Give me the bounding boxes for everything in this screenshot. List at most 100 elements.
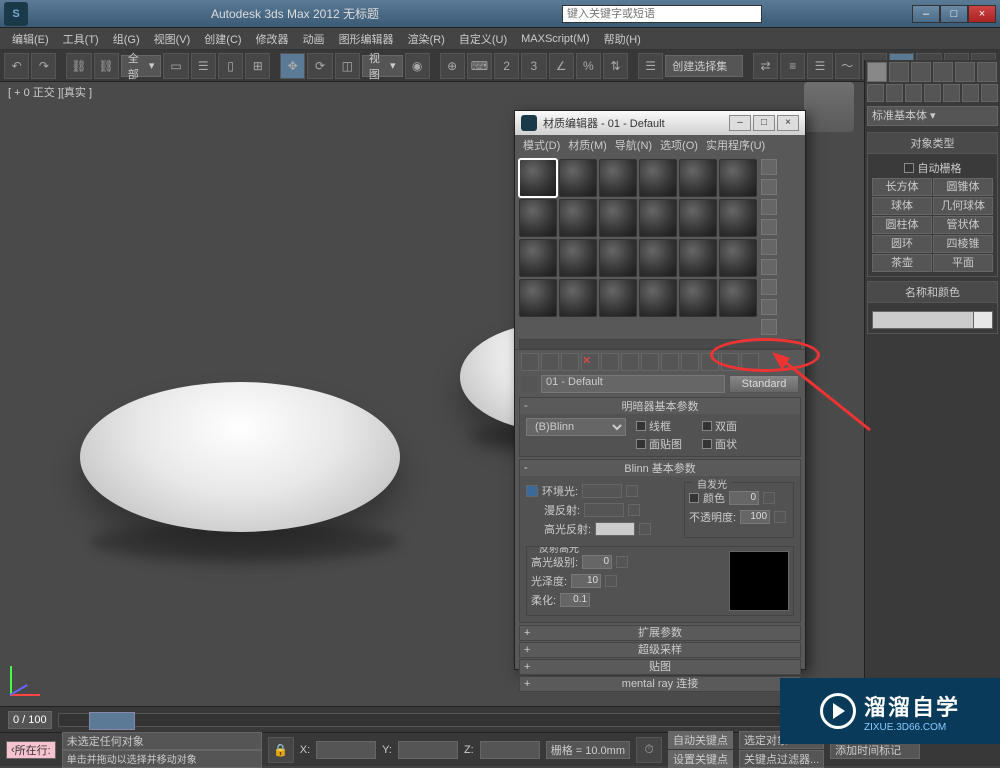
prim-tube-button[interactable]: 管状体 (933, 216, 993, 234)
med-menu-utilities[interactable]: 实用程序(U) (706, 137, 765, 153)
maximize-icon[interactable]: □ (940, 5, 968, 23)
material-slot[interactable] (599, 159, 637, 197)
material-type-button[interactable]: Standard (729, 375, 799, 393)
mat-id-icon[interactable] (661, 353, 679, 371)
soften-spinner[interactable]: 0.1 (560, 593, 590, 607)
make-copy-icon[interactable] (601, 353, 619, 371)
med-maximize-icon[interactable]: □ (753, 115, 775, 131)
close-icon[interactable]: × (968, 5, 996, 23)
material-slot[interactable] (639, 199, 677, 237)
menu-customize[interactable]: 自定义(U) (455, 29, 511, 49)
show-in-vp-icon[interactable] (681, 353, 699, 371)
spacewarps-icon[interactable] (962, 84, 979, 102)
slot-scrollbar[interactable] (519, 339, 801, 349)
shader-params-header[interactable]: -明暗器基本参数 (520, 398, 800, 414)
material-editor-titlebar[interactable]: 材质编辑器 - 01 - Default – □ × (515, 111, 805, 135)
sample-uv-icon[interactable] (761, 219, 777, 235)
extended-params-rollout[interactable]: +扩展参数 (519, 625, 801, 641)
ambient-map-button[interactable] (626, 485, 638, 497)
snap-3d-icon[interactable]: 3 (521, 53, 546, 79)
select-region-icon[interactable]: ▯ (218, 53, 243, 79)
menu-help[interactable]: 帮助(H) (600, 29, 645, 49)
material-slot[interactable] (679, 199, 717, 237)
material-slot[interactable] (639, 159, 677, 197)
opacity-spinner[interactable]: 100 (740, 510, 770, 524)
menu-group[interactable]: 组(G) (109, 29, 144, 49)
material-slot[interactable] (559, 279, 597, 317)
coord-z-input[interactable] (480, 741, 540, 759)
glossiness-spinner[interactable]: 10 (571, 574, 601, 588)
scale-icon[interactable]: ◫ (335, 53, 360, 79)
undo-icon[interactable]: ↶ (4, 53, 29, 79)
material-slot[interactable] (639, 239, 677, 277)
menu-maxscript[interactable]: MAXScript(M) (517, 31, 593, 47)
window-crossing-icon[interactable]: ⊞ (245, 53, 270, 79)
material-slot[interactable] (679, 159, 717, 197)
material-slot[interactable] (639, 279, 677, 317)
prim-torus-button[interactable]: 圆环 (872, 235, 932, 253)
material-slot[interactable] (599, 239, 637, 277)
spec-level-spinner[interactable]: 0 (582, 555, 612, 569)
prim-pyramid-button[interactable]: 四棱锥 (933, 235, 993, 253)
snap-2d-icon[interactable]: 2 (494, 53, 519, 79)
modify-tab-icon[interactable] (889, 62, 909, 82)
object-type-header[interactable]: 对象类型 (868, 133, 997, 154)
material-slot[interactable] (519, 159, 557, 197)
redo-icon[interactable]: ↷ (31, 53, 56, 79)
set-key-button[interactable]: 设置关键点 (668, 750, 733, 768)
helpers-icon[interactable] (943, 84, 960, 102)
backlight-icon[interactable] (761, 179, 777, 195)
diffuse-swatch[interactable] (584, 503, 624, 517)
systems-icon[interactable] (981, 84, 998, 102)
put-to-scene-icon[interactable] (541, 353, 559, 371)
selfillum-color-checkbox[interactable] (689, 493, 699, 503)
time-slider-handle[interactable] (89, 712, 135, 730)
material-slot[interactable] (599, 199, 637, 237)
name-color-header[interactable]: 名称和颜色 (868, 282, 997, 303)
show-end-result-icon[interactable] (701, 353, 719, 371)
time-config-icon[interactable]: ⏱ (636, 737, 662, 763)
spec-level-map-button[interactable] (616, 556, 628, 568)
scene-object[interactable] (80, 382, 400, 532)
material-slot[interactable] (719, 199, 757, 237)
blinn-params-header[interactable]: -Blinn 基本参数 (520, 460, 800, 476)
hierarchy-tab-icon[interactable] (911, 62, 931, 82)
lock-selection-icon[interactable]: 🔒 (268, 737, 294, 763)
geometry-icon[interactable] (867, 84, 884, 102)
select-by-mat-icon[interactable] (761, 299, 777, 315)
sample-type-icon[interactable] (761, 159, 777, 175)
mirror-icon[interactable]: ⇄ (753, 53, 778, 79)
selfillum-map-button[interactable] (763, 492, 775, 504)
named-selset-dropdown[interactable]: 创建选择集 (665, 55, 743, 77)
layers-icon[interactable]: ☰ (807, 53, 832, 79)
rotate-icon[interactable]: ⟳ (307, 53, 332, 79)
med-menu-options[interactable]: 选项(O) (660, 137, 698, 153)
material-slot[interactable] (719, 279, 757, 317)
reset-map-icon[interactable]: ✕ (581, 353, 599, 371)
diffuse-map-button[interactable] (628, 504, 640, 516)
mat-map-nav-icon[interactable] (761, 319, 777, 335)
utilities-tab-icon[interactable] (977, 62, 997, 82)
minimize-icon[interactable]: – (912, 5, 940, 23)
material-slot[interactable] (559, 239, 597, 277)
named-selset-icon[interactable]: ☰ (638, 53, 663, 79)
auto-key-button[interactable]: 自动关键点 (668, 731, 733, 749)
lights-icon[interactable] (905, 84, 922, 102)
selfillum-spinner[interactable]: 0 (729, 491, 759, 505)
viewcube-icon[interactable] (804, 82, 854, 132)
prim-geosphere-button[interactable]: 几何球体 (933, 197, 993, 215)
assign-to-sel-icon[interactable] (561, 353, 579, 371)
spinner-snap-icon[interactable]: ⇅ (603, 53, 628, 79)
material-name-input[interactable]: 01 - Default (541, 375, 725, 393)
angle-snap-icon[interactable]: ∠ (549, 53, 574, 79)
move-icon[interactable]: ✥ (280, 53, 305, 79)
facemap-checkbox[interactable] (636, 439, 646, 449)
mentalray-rollout[interactable]: +mental ray 连接 (519, 676, 801, 692)
material-slot[interactable] (519, 279, 557, 317)
curve-editor-icon[interactable]: 〜 (835, 53, 860, 79)
lock-ambient-diffuse-icon[interactable] (526, 485, 538, 497)
prim-teapot-button[interactable]: 茶壶 (872, 254, 932, 272)
material-slot[interactable] (679, 239, 717, 277)
go-sibling-icon[interactable] (741, 353, 759, 371)
menu-grapheditors[interactable]: 图形编辑器 (335, 29, 398, 49)
